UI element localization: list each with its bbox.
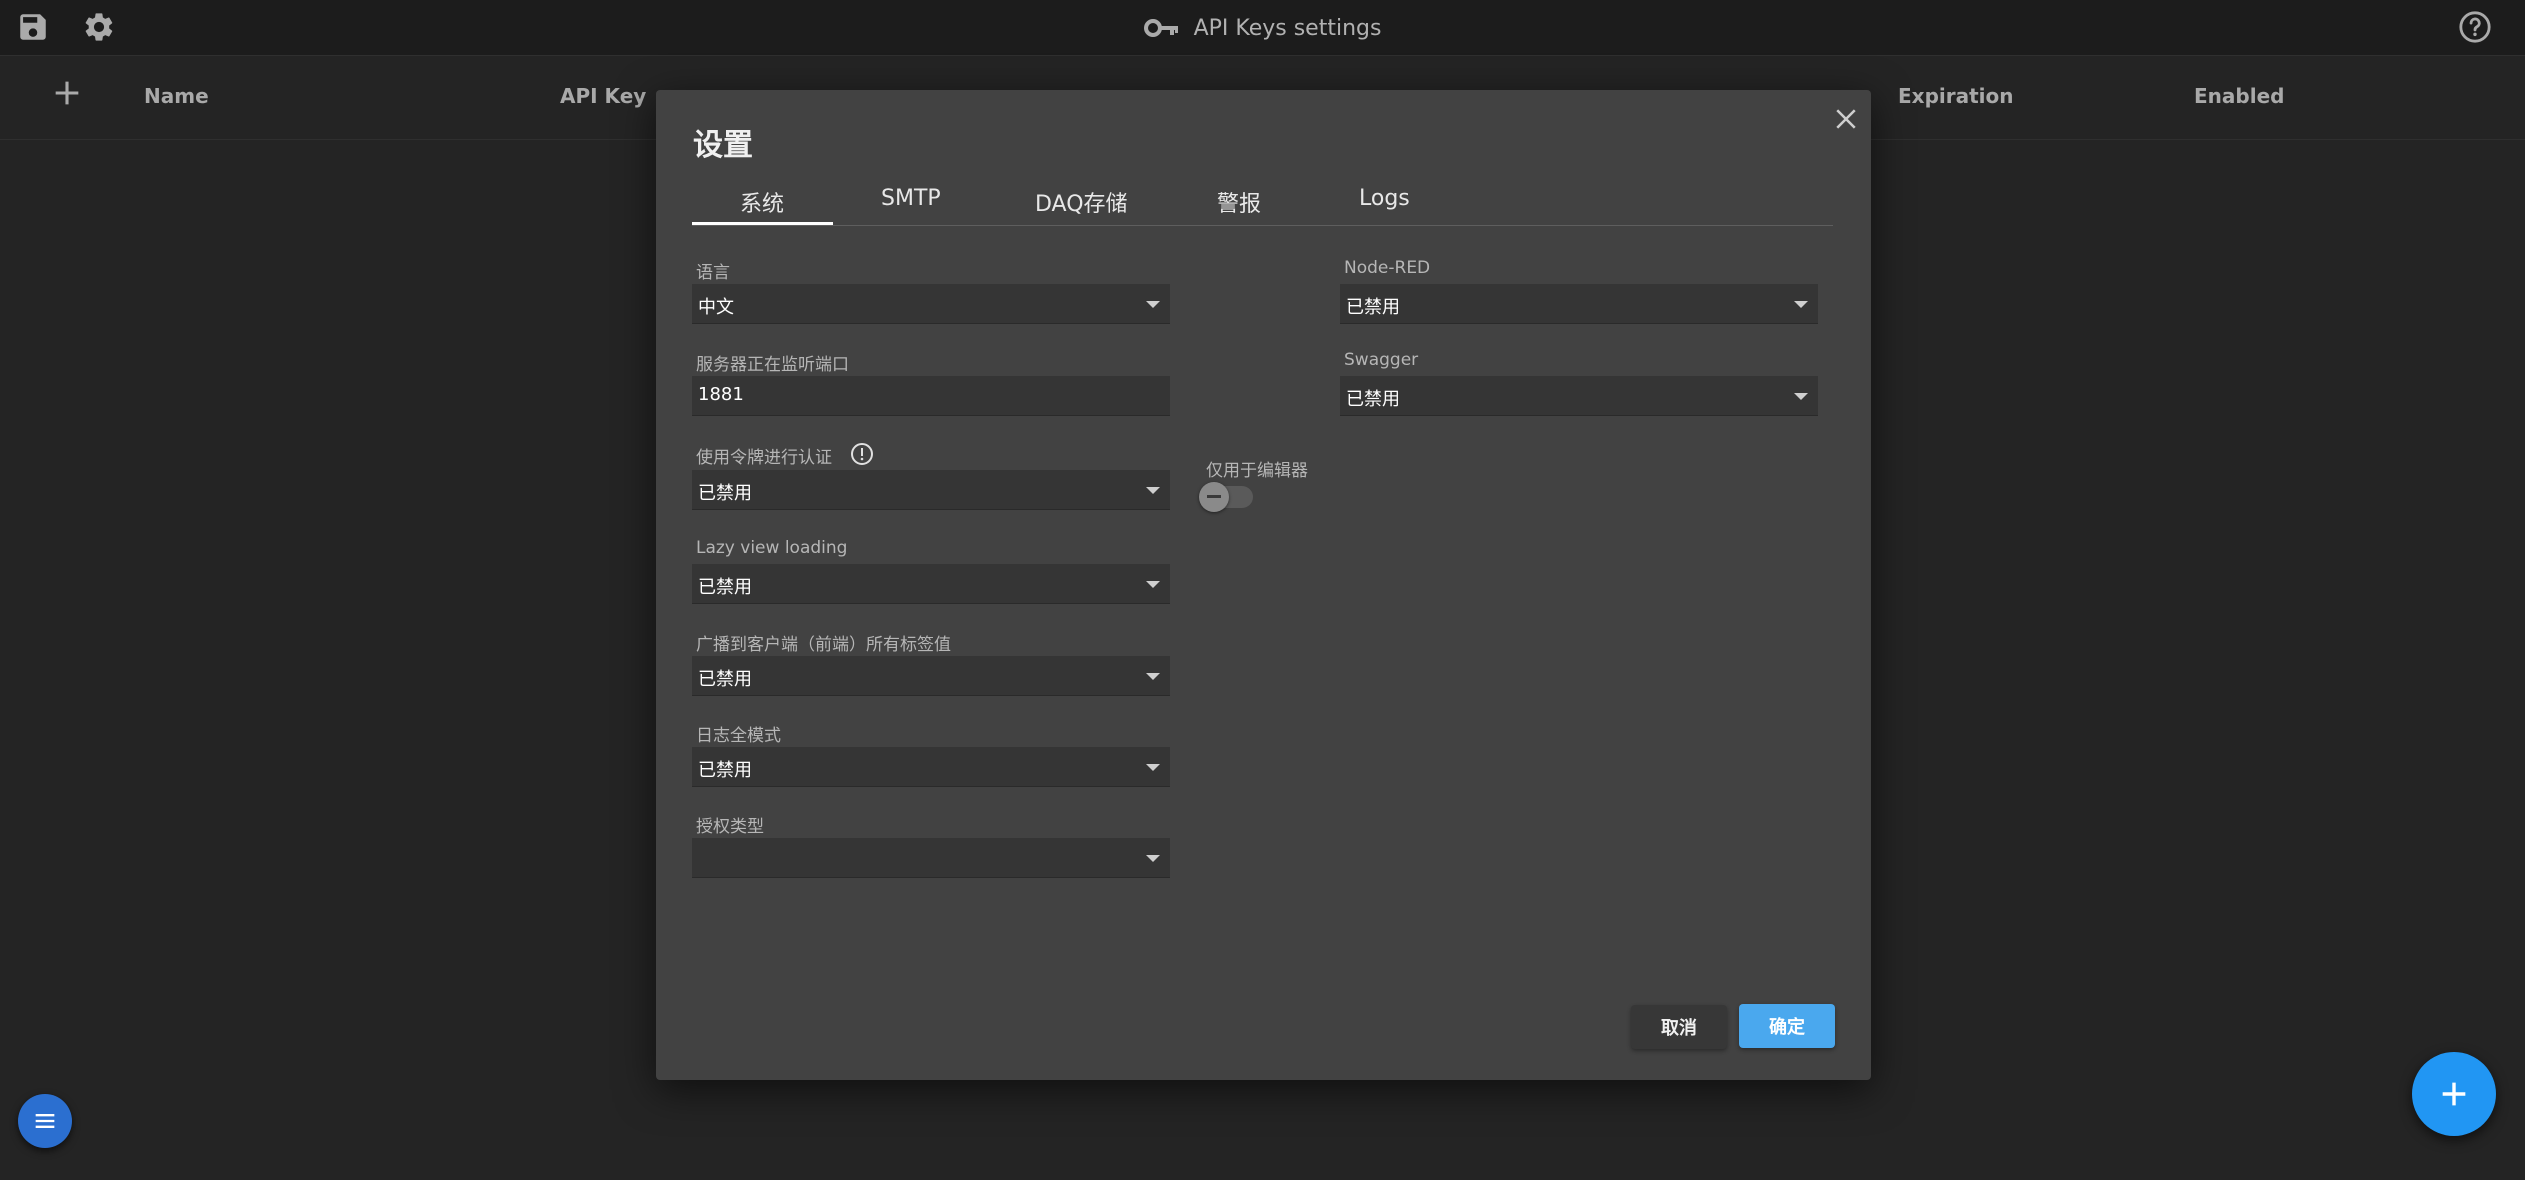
editor-only-label: 仅用于编辑器 — [1206, 461, 1308, 481]
log-full-value: 已禁用 — [698, 760, 752, 781]
plus-icon — [2442, 1082, 2466, 1106]
lazy-view-label: Lazy view loading — [696, 538, 848, 558]
tab-bar: 系统 SMTP DAQ存储 警报 Logs — [692, 180, 1833, 226]
toggle-knob — [1199, 482, 1229, 512]
lazy-view-value: 已禁用 — [698, 577, 752, 598]
swagger-label: Swagger — [1344, 350, 1419, 370]
dialog-title: 设置 — [693, 128, 753, 163]
broadcast-value: 已禁用 — [698, 669, 752, 690]
language-select[interactable]: 中文 — [692, 284, 1170, 324]
ok-button[interactable]: 确定 — [1739, 1004, 1835, 1048]
editor-only-toggle[interactable] — [1199, 482, 1253, 512]
chevron-down-icon — [1794, 393, 1808, 400]
node-red-select[interactable]: 已禁用 — [1340, 284, 1818, 324]
add-api-key-button[interactable] — [2412, 1052, 2496, 1136]
settings-dialog: 设置 系统 SMTP DAQ存储 警报 Logs 语言 中文 服务器正在监听端口… — [656, 90, 1871, 1080]
cancel-button[interactable]: 取消 — [1631, 1005, 1727, 1049]
menu-button[interactable] — [18, 1094, 72, 1148]
menu-icon — [35, 1114, 55, 1128]
node-red-label: Node-RED — [1344, 258, 1431, 278]
broadcast-label: 广播到客户端（前端）所有标签值 — [696, 635, 951, 655]
language-label: 语言 — [696, 263, 730, 283]
close-icon[interactable] — [1831, 104, 1861, 134]
log-full-label: 日志全模式 — [696, 726, 781, 746]
port-value: 1881 — [698, 384, 744, 405]
swagger-select[interactable]: 已禁用 — [1340, 376, 1818, 416]
chevron-down-icon — [1146, 581, 1160, 588]
chevron-down-icon — [1146, 764, 1160, 771]
token-auth-value: 已禁用 — [698, 483, 752, 504]
chevron-down-icon — [1146, 855, 1160, 862]
tab-system[interactable]: 系统 — [740, 186, 784, 218]
active-tab-indicator — [692, 222, 833, 225]
chevron-down-icon — [1146, 673, 1160, 680]
broadcast-select[interactable]: 已禁用 — [692, 656, 1170, 696]
log-full-select[interactable]: 已禁用 — [692, 747, 1170, 787]
port-input[interactable]: 1881 — [692, 376, 1170, 416]
lazy-view-select[interactable]: 已禁用 — [692, 564, 1170, 604]
token-auth-label: 使用令牌进行认证 — [696, 448, 832, 468]
node-red-value: 已禁用 — [1346, 297, 1400, 318]
chevron-down-icon — [1794, 301, 1808, 308]
tab-smtp[interactable]: SMTP — [881, 186, 941, 211]
chevron-down-icon — [1146, 487, 1160, 494]
language-value: 中文 — [698, 297, 734, 318]
auth-type-select[interactable] — [692, 838, 1170, 878]
info-icon[interactable] — [850, 442, 874, 466]
chevron-down-icon — [1146, 301, 1160, 308]
swagger-value: 已禁用 — [1346, 389, 1400, 410]
auth-type-label: 授权类型 — [696, 817, 764, 837]
tab-daq-storage[interactable]: DAQ存储 — [1035, 186, 1128, 218]
port-label: 服务器正在监听端口 — [696, 355, 849, 375]
tab-alarms[interactable]: 警报 — [1217, 186, 1261, 218]
tab-logs[interactable]: Logs — [1359, 186, 1410, 211]
token-auth-select[interactable]: 已禁用 — [692, 470, 1170, 510]
